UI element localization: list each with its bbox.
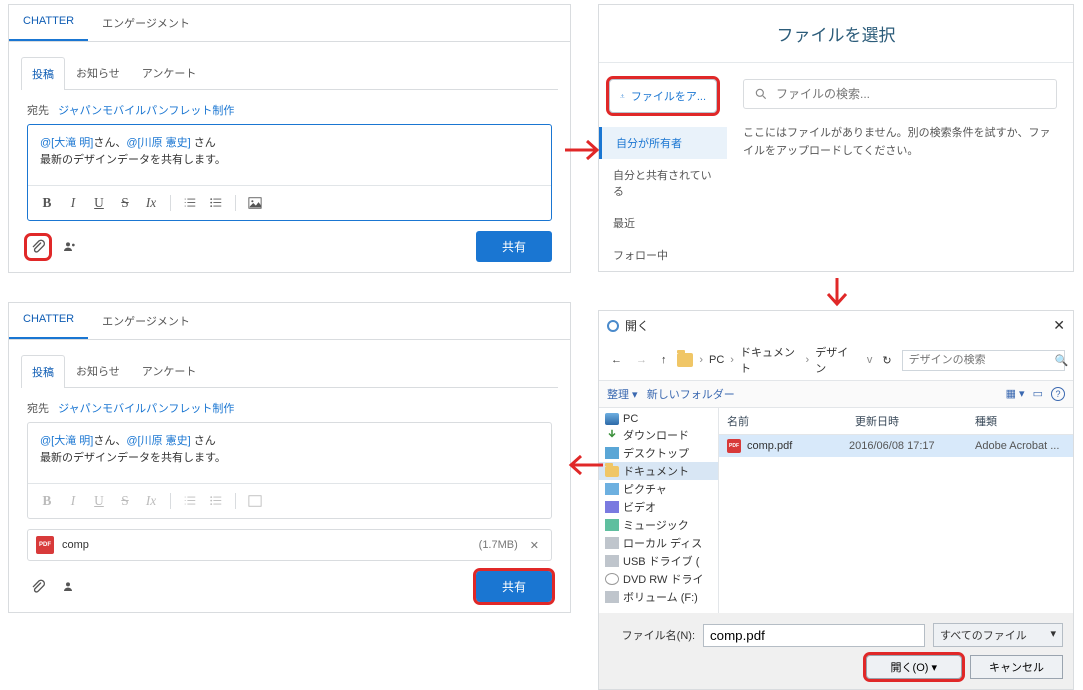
- sidebar-item-owned[interactable]: 自分が所有者: [599, 127, 727, 159]
- chrome-icon: [607, 320, 619, 332]
- tree-documents[interactable]: ドキュメント: [599, 462, 718, 480]
- share-button[interactable]: 共有: [476, 571, 552, 602]
- preview-icon[interactable]: ▭: [1033, 387, 1043, 401]
- ordered-list-button[interactable]: [179, 192, 201, 214]
- dialog-search-input[interactable]: 🔍: [902, 350, 1065, 371]
- upload-file-button[interactable]: ファイルをア...: [609, 79, 717, 113]
- chatter-panel-before: CHATTER エンゲージメント 投稿 お知らせ アンケート 宛先 ジャパンモバ…: [8, 4, 571, 273]
- tree-downloads[interactable]: ダウンロード: [599, 426, 718, 444]
- recipients-label: 宛先: [27, 403, 49, 415]
- dialog-title: 開く: [625, 317, 649, 334]
- cancel-button[interactable]: キャンセル: [970, 655, 1063, 679]
- sidebar-item-shared[interactable]: 自分と共有されている: [599, 159, 727, 207]
- flow-arrow-right-icon: [563, 135, 605, 165]
- chatter-panel-after: CHATTER エンゲージメント 投稿 お知らせ アンケート 宛先 ジャパンモバ…: [8, 302, 571, 613]
- clear-format-button[interactable]: Ix: [140, 192, 162, 214]
- sidebar-item-recent[interactable]: 最近: [599, 207, 727, 239]
- recipient-link[interactable]: ジャパンモバイルパンフレット制作: [58, 403, 234, 415]
- tree-pc[interactable]: PC: [599, 412, 718, 426]
- flow-arrow-left-icon: [563, 450, 605, 480]
- filename-input[interactable]: [703, 624, 925, 647]
- breadcrumb: 宛先 ジャパンモバイルパンフレット制作: [27, 102, 552, 118]
- mention-2[interactable]: @[川原 憲史]: [126, 435, 190, 447]
- close-icon[interactable]: ✕: [1053, 317, 1065, 334]
- attachment-size: (1.7MB): [479, 539, 518, 551]
- editor-toolbar-disabled: B I U S Ix: [28, 483, 551, 518]
- mention-1[interactable]: @[大滝 明]: [40, 137, 93, 149]
- tree-dvd[interactable]: DVD RW ドライ: [599, 570, 718, 588]
- tree-localdisk[interactable]: ローカル ディス: [599, 534, 718, 552]
- people-icon[interactable]: [59, 236, 81, 258]
- open-dialog: 開く ✕ ← → ↑ ›PC ›ドキュメント ›デザイン v ↻ 🔍 整理 ▾ …: [598, 310, 1074, 690]
- view-icon[interactable]: ▦ ▾: [1006, 387, 1025, 401]
- tree-usb[interactable]: USB ドライブ (: [599, 552, 718, 570]
- help-icon[interactable]: ?: [1051, 387, 1065, 401]
- list-item[interactable]: PDFcomp.pdf 2016/06/08 17:17 Adobe Acrob…: [719, 435, 1073, 457]
- tree-desktop[interactable]: デスクトップ: [599, 444, 718, 462]
- breadcrumb: 宛先 ジャパンモバイルパンフレット制作: [27, 400, 552, 416]
- sidebar-item-following[interactable]: フォロー中: [599, 239, 727, 271]
- tree-pictures[interactable]: ピクチャ: [599, 480, 718, 498]
- image-button[interactable]: [244, 192, 266, 214]
- italic-button[interactable]: I: [62, 192, 84, 214]
- search-icon: [754, 87, 768, 101]
- pdf-icon: PDF: [727, 439, 741, 453]
- remove-attachment-icon[interactable]: ✕: [526, 539, 543, 552]
- tab-engagement[interactable]: エンゲージメント: [88, 5, 204, 41]
- folder-icon: [677, 353, 694, 367]
- folder-tree: PC ダウンロード デスクトップ ドキュメント ピクチャ ビデオ ミュージック …: [599, 408, 719, 613]
- strike-button[interactable]: S: [114, 192, 136, 214]
- subtab-notice[interactable]: お知らせ: [65, 354, 131, 387]
- tree-videos[interactable]: ビデオ: [599, 498, 718, 516]
- tree-music[interactable]: ミュージック: [599, 516, 718, 534]
- mention-2[interactable]: @[川原 憲史]: [126, 137, 190, 149]
- flow-arrow-down-icon: [822, 276, 852, 312]
- subtab-notice[interactable]: お知らせ: [65, 56, 131, 89]
- recipients-label: 宛先: [27, 105, 49, 117]
- filename-label: ファイル名(N):: [609, 627, 695, 643]
- up-icon[interactable]: ↑: [657, 352, 671, 368]
- post-editor[interactable]: @[大滝 明]さん、@[川原 憲史] さん 最新のデザインデータを共有します。 …: [27, 124, 552, 221]
- subtab-post[interactable]: 投稿: [21, 57, 65, 90]
- file-search-input[interactable]: [743, 79, 1057, 109]
- empty-message: ここにはファイルがありません。別の検索条件を試すか、ファイルをアップロードしてく…: [743, 125, 1057, 160]
- mention-1[interactable]: @[大滝 明]: [40, 435, 93, 447]
- filetype-select[interactable]: すべてのファイル▾: [933, 623, 1063, 647]
- attachment-icon[interactable]: [27, 576, 49, 598]
- bullet-list-button[interactable]: [205, 192, 227, 214]
- new-folder-button[interactable]: 新しいフォルダー: [647, 386, 735, 402]
- tab-chatter[interactable]: CHATTER: [9, 5, 88, 41]
- file-select-panel: ファイルを選択 ファイルをア... 自分が所有者 自分と共有されている 最近 フ…: [598, 4, 1074, 272]
- open-button[interactable]: 開く(O) ▾: [866, 655, 962, 679]
- bold-button[interactable]: B: [36, 192, 58, 214]
- pdf-icon: PDF: [36, 536, 54, 554]
- attachment-name: comp: [62, 539, 89, 551]
- organize-menu[interactable]: 整理 ▾: [607, 386, 638, 402]
- back-icon[interactable]: ←: [607, 352, 626, 368]
- tree-volume[interactable]: ボリューム (F:): [599, 588, 718, 606]
- share-button[interactable]: 共有: [476, 231, 552, 262]
- post-editor[interactable]: @[大滝 明]さん、@[川原 憲史] さん 最新のデザインデータを共有します。 …: [27, 422, 552, 519]
- attachment-chip: PDF comp (1.7MB) ✕: [27, 529, 552, 561]
- page-title: ファイルを選択: [599, 5, 1073, 63]
- people-icon[interactable]: [59, 576, 81, 598]
- search-icon: 🔍: [1055, 354, 1069, 367]
- attachment-icon[interactable]: [27, 236, 49, 258]
- editor-toolbar: B I U S Ix: [28, 185, 551, 220]
- subtab-poll[interactable]: アンケート: [131, 56, 208, 89]
- recipient-link[interactable]: ジャパンモバイルパンフレット制作: [58, 105, 234, 117]
- underline-button[interactable]: U: [88, 192, 110, 214]
- subtab-post[interactable]: 投稿: [21, 355, 65, 388]
- subtab-poll[interactable]: アンケート: [131, 354, 208, 387]
- refresh-icon[interactable]: ↻: [878, 352, 895, 369]
- tab-engagement[interactable]: エンゲージメント: [88, 303, 204, 339]
- tab-chatter[interactable]: CHATTER: [9, 303, 88, 339]
- breadcrumb[interactable]: ›PC ›ドキュメント ›デザイン: [699, 344, 855, 376]
- forward-icon: →: [632, 352, 651, 368]
- list-header[interactable]: 名前 更新日時 種類: [719, 408, 1073, 435]
